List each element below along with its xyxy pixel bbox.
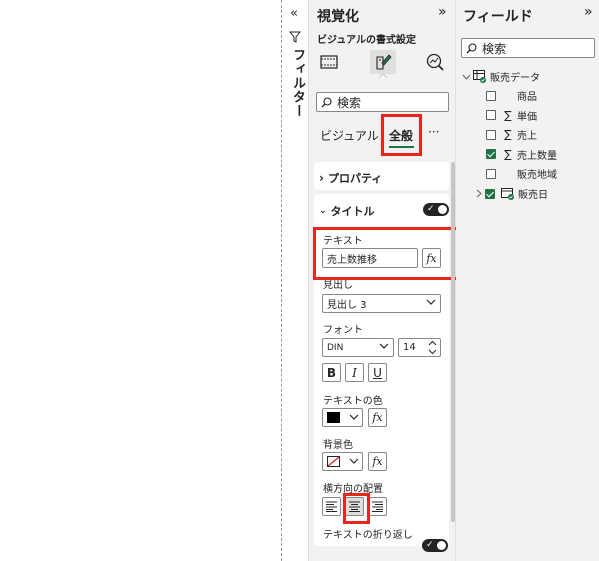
format-visual-icon[interactable] <box>370 50 396 74</box>
field-name: 商品 <box>517 92 537 103</box>
format-subtitle: ビジュアルの書式設定 <box>317 35 416 46</box>
field-checkbox-checked[interactable] <box>486 149 496 159</box>
chevron-down-icon: ⌄ <box>319 206 327 216</box>
align-right-icon <box>372 501 383 512</box>
chevron-down-icon <box>379 343 389 350</box>
title-toggle[interactable]: ✓ <box>423 203 449 216</box>
expand-right-icon[interactable]: » <box>438 4 447 20</box>
search-placeholder: 検索 <box>337 95 362 110</box>
field-name: 単価 <box>517 111 537 123</box>
fields-pane-title: フィールド <box>463 9 533 25</box>
sigma-icon: ∑ <box>504 108 512 122</box>
field-list: 商品 ∑ 単価 ∑ 売上 ∑ 売上数量 販売地域 <box>486 87 557 182</box>
chevron-down-icon <box>426 299 436 306</box>
text-color-label: テキストの色 <box>323 396 383 407</box>
fields-pane: フィールド » 検索 販売データ 商品 ∑ 単価 ∑ 売上 ∑ 売上数量 販売地… <box>456 0 599 561</box>
chevron-down-icon <box>349 458 359 465</box>
font-size-stepper[interactable]: 14 <box>398 338 441 357</box>
analytics-icon[interactable] <box>423 51 447 73</box>
field-checkbox[interactable] <box>486 168 496 179</box>
bg-color-fx-button[interactable]: fx <box>368 452 387 471</box>
font-size-value: 14 <box>403 342 416 353</box>
no-color-swatch-icon <box>327 456 340 467</box>
filter-icon <box>289 31 301 43</box>
text-color-fx-button[interactable]: fx <box>368 408 387 427</box>
italic-button[interactable]: I <box>345 363 364 382</box>
format-search-input[interactable]: 検索 <box>316 92 449 112</box>
title-section-header[interactable]: ⌄ タイトル <box>319 203 375 219</box>
field-name: 売上 <box>517 131 537 142</box>
visualizations-pane: 視覚化 » ビジュアルの書式設定 検索 ビジュアル 全般 ··· › プロパティ… <box>309 0 470 561</box>
filter-pane-collapsed[interactable]: « フィルター <box>283 0 309 561</box>
highlight-text-field <box>313 227 470 280</box>
font-family-value: DIN <box>327 342 344 353</box>
heading-value: 見出し 3 <box>327 300 367 311</box>
field-checkbox[interactable] <box>486 90 496 101</box>
expand-right-icon[interactable]: » <box>584 4 593 20</box>
calendar-icon <box>501 187 515 200</box>
field-item[interactable]: ∑ 単価 <box>486 107 557 124</box>
field-name: 売上数量 <box>517 150 557 162</box>
bold-button[interactable]: B <box>322 363 341 382</box>
date-field-item[interactable]: 販売日 <box>476 185 548 202</box>
sigma-icon: ∑ <box>504 128 512 141</box>
bg-color-picker[interactable] <box>322 452 363 471</box>
report-canvas[interactable] <box>0 0 282 561</box>
align-left-button[interactable] <box>322 497 341 516</box>
table-node[interactable]: 販売データ <box>462 68 540 85</box>
date-field-name: 販売日 <box>518 190 548 201</box>
align-left-icon <box>326 501 337 512</box>
tab-visual[interactable]: ビジュアル <box>320 127 379 144</box>
canvas-border <box>281 0 282 561</box>
table-name: 販売データ <box>490 73 540 84</box>
fields-search-input[interactable]: 検索 <box>461 38 595 58</box>
properties-label: プロパティ <box>327 172 383 185</box>
fields-search-placeholder: 検索 <box>482 41 507 56</box>
underline-button[interactable]: U <box>368 363 387 382</box>
field-item[interactable]: ∑ 売上 <box>486 126 557 143</box>
stepper-arrows-icon[interactable] <box>428 340 437 355</box>
chevron-down-icon <box>462 74 471 80</box>
field-item[interactable]: 販売地域 <box>486 165 557 182</box>
wrap-toggle[interactable]: ✓ <box>422 539 448 552</box>
filter-pane-label: フィルター <box>290 48 305 118</box>
pane-title: 視覚化 <box>317 9 359 25</box>
search-icon <box>466 42 477 53</box>
highlight-align-center <box>343 493 370 524</box>
format-scrollbar[interactable] <box>451 162 455 522</box>
field-checkbox[interactable] <box>486 129 496 140</box>
search-icon <box>321 96 332 107</box>
date-field-checkbox[interactable] <box>485 188 495 199</box>
tab-general[interactable]: 全般 <box>389 127 413 144</box>
chevron-right-icon <box>476 189 482 198</box>
section-properties[interactable]: › プロパティ <box>314 162 449 190</box>
active-indicator <box>379 74 387 78</box>
table-icon <box>473 70 487 83</box>
chevron-right-icon: › <box>319 171 324 185</box>
font-family-select[interactable]: DIN <box>322 338 394 357</box>
chevron-down-icon <box>349 414 359 421</box>
color-swatch-black <box>327 412 340 423</box>
title-section-label: タイトル <box>330 205 375 218</box>
field-name: 販売地域 <box>517 170 557 181</box>
build-visual-icon[interactable] <box>318 52 340 72</box>
text-color-picker[interactable] <box>322 408 363 427</box>
bg-color-label: 背景色 <box>323 440 353 451</box>
field-item[interactable]: ∑ 売上数量 <box>486 146 557 163</box>
align-right-button[interactable] <box>368 497 387 516</box>
font-label: フォント <box>323 325 363 336</box>
wrap-label: テキストの折り返し <box>323 530 413 541</box>
heading-select[interactable]: 見出し 3 <box>322 294 441 313</box>
tab-underline <box>389 146 414 148</box>
field-item[interactable]: 商品 <box>486 87 557 104</box>
more-options-icon[interactable]: ··· <box>428 125 439 139</box>
sigma-icon: ∑ <box>504 147 512 161</box>
collapse-left-icon[interactable]: « <box>290 6 298 21</box>
field-checkbox[interactable] <box>486 110 496 120</box>
